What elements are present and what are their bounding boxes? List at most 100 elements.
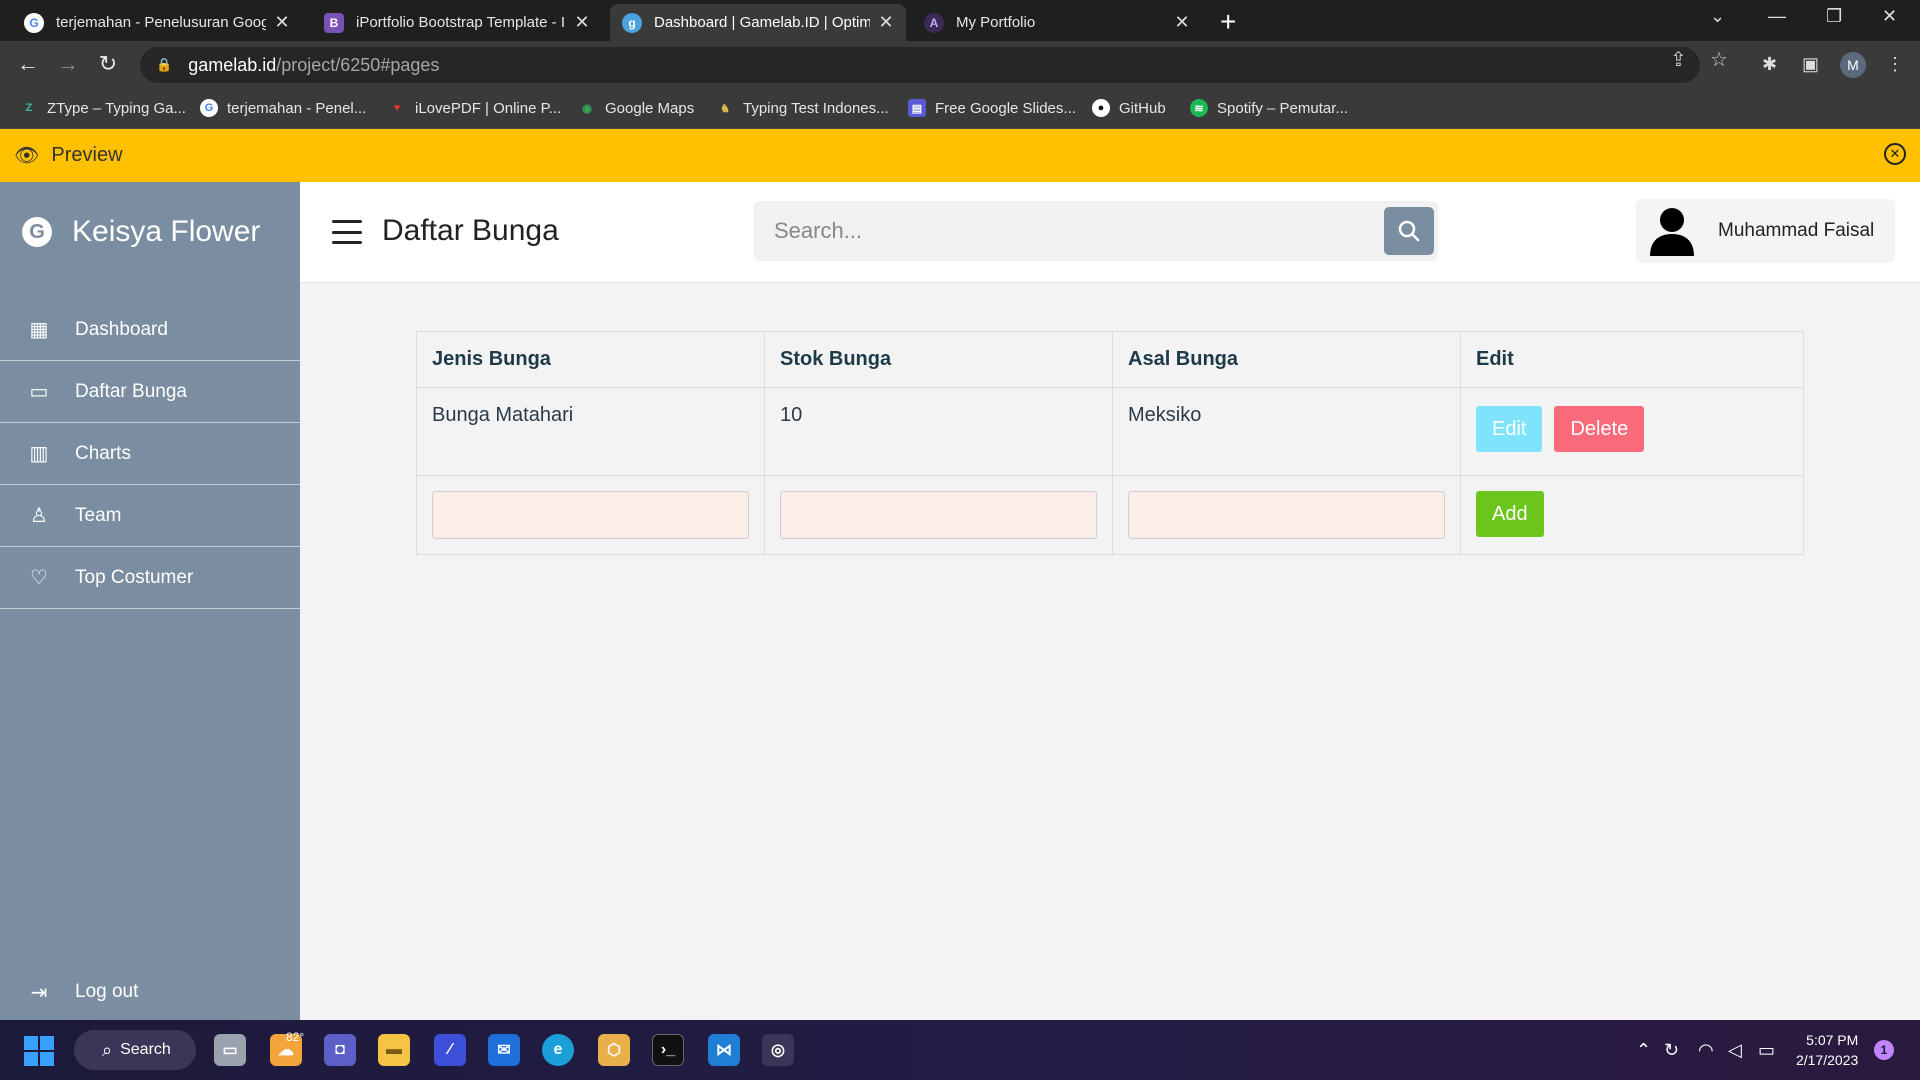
user-profile[interactable]: Muhammad Faisal <box>1636 199 1895 263</box>
brand-logo-icon: G <box>22 217 52 247</box>
browser-tab-4[interactable]: A My Portfolio ✕ <box>912 4 1202 41</box>
logout-link[interactable]: ⇥ Log out <box>0 964 300 1020</box>
bookmark-github[interactable]: ● GitHub <box>1092 99 1166 117</box>
sync-icon[interactable]: ↻ <box>1664 1040 1679 1061</box>
cell-stok: 10 <box>764 387 1113 476</box>
cell-input-action: Add <box>1460 475 1804 555</box>
hamburger-menu-icon[interactable] <box>332 220 362 244</box>
browser-tab-3-active[interactable]: g Dashboard | Gamelab.ID | Optimi ✕ <box>610 4 906 41</box>
bookmark-terjemahan[interactable]: Gterjemahan - Penel... <box>200 99 366 117</box>
tab-title: My Portfolio <box>956 14 1036 31</box>
bootstrap-icon: B <box>324 12 344 33</box>
search-box <box>754 201 1438 261</box>
asal-bunga-input[interactable] <box>1128 491 1445 539</box>
sidebar-item-top-costumer[interactable]: ♡ Top Costumer <box>0 547 300 609</box>
table-input-row: Add <box>416 475 1804 555</box>
profile-avatar[interactable]: M <box>1840 52 1866 78</box>
new-tab-plus-icon[interactable]: + <box>1220 6 1236 38</box>
close-tab-icon[interactable]: ✕ <box>1174 12 1190 33</box>
clock-time: 5:07 PM <box>1806 1032 1859 1048</box>
bookmark-label: Typing Test Indones... <box>743 99 889 117</box>
chrome-icon[interactable]: ◎ <box>762 1034 794 1066</box>
google-icon: G <box>24 12 44 33</box>
bookmark-ilovepdf[interactable]: ♥ iLovePDF | Online P... <box>388 99 561 117</box>
table-row: Bunga Matahari 10 Meksiko Edit Delete <box>416 387 1804 476</box>
edge-icon[interactable]: e <box>542 1034 574 1066</box>
vscode-icon[interactable]: ⋈ <box>708 1034 740 1066</box>
cell-asal: Meksiko <box>1112 387 1461 476</box>
bookmark-star-icon[interactable]: ☆ <box>1710 47 1728 72</box>
delete-button[interactable]: Delete <box>1554 406 1645 452</box>
stok-bunga-input[interactable] <box>780 491 1097 539</box>
url-path: /project/6250#pages <box>276 54 440 75</box>
bookmark-label: Google Maps <box>605 99 695 117</box>
notes-app-icon[interactable]: ⁄ <box>434 1034 466 1066</box>
tab-title: terjemahan - Penelusuran Google <box>56 14 266 31</box>
cell-input-stok <box>764 475 1113 555</box>
windows-start-icon[interactable] <box>24 1036 54 1066</box>
jenis-bunga-input[interactable] <box>432 491 749 539</box>
sidebar-item-label: Dashboard <box>75 318 168 340</box>
bookmark-free-slides[interactable]: ▤ Free Google Slides... <box>908 99 1076 117</box>
flower-table: Jenis Bunga Stok Bunga Asal Bunga Edit B… <box>416 331 1804 555</box>
sidebar-item-team[interactable]: ♙ Team <box>0 485 300 547</box>
bookmark-label: iLovePDF | Online P... <box>415 99 562 117</box>
tab-search-chevron-icon[interactable]: ⌄ <box>1710 6 1725 27</box>
share-icon[interactable]: ⇪ <box>1670 47 1687 72</box>
address-bar[interactable]: 🔒 gamelab.id/project/6250#pages <box>140 47 1700 83</box>
bookmark-google-maps[interactable]: ◉ Google Maps <box>578 99 694 117</box>
file-explorer-icon[interactable]: ▬ <box>378 1034 410 1066</box>
column-header-jenis: Jenis Bunga <box>416 331 765 388</box>
close-window-icon[interactable]: ✕ <box>1882 6 1897 27</box>
minimize-icon[interactable]: — <box>1768 6 1786 27</box>
column-header-edit: Edit <box>1460 331 1804 388</box>
archive-icon: ▭ <box>29 381 49 403</box>
taskbar-clock[interactable]: 5:07 PM 2/17/2023 <box>1796 1030 1858 1070</box>
heart-icon: ♡ <box>30 567 48 589</box>
search-icon <box>1398 220 1420 242</box>
extensions-puzzle-icon[interactable]: ✱ <box>1762 54 1777 75</box>
sidebar-item-charts[interactable]: ▥ Charts <box>0 423 300 485</box>
menu-kebab-icon[interactable]: ⋮ <box>1886 54 1904 75</box>
close-tab-icon[interactable]: ✕ <box>574 12 590 33</box>
bookmark-label: GitHub <box>1119 99 1166 117</box>
edit-button[interactable]: Edit <box>1476 406 1543 452</box>
sidebar-item-daftar-bunga[interactable]: ▭ Daftar Bunga <box>0 361 300 423</box>
search-input[interactable] <box>754 201 1374 261</box>
cell-input-asal <box>1112 475 1461 555</box>
close-tab-icon[interactable]: ✕ <box>274 12 290 33</box>
close-tab-icon[interactable]: ✕ <box>878 12 894 33</box>
teams-chat-icon[interactable]: ◘ <box>324 1034 356 1066</box>
browser-tab-2[interactable]: B iPortfolio Bootstrap Template - Ind ✕ <box>312 4 602 41</box>
wifi-icon[interactable]: ◠ <box>1698 1040 1714 1061</box>
forward-arrow-icon[interactable]: → <box>54 51 82 77</box>
app-cube-icon[interactable]: ⬡ <box>598 1034 630 1066</box>
browser-tab-1[interactable]: G terjemahan - Penelusuran Google ✕ <box>12 4 302 41</box>
reload-icon[interactable]: ↻ <box>94 51 122 77</box>
bookmark-ztype[interactable]: Z ZType – Typing Ga... <box>20 99 186 117</box>
mail-icon[interactable]: ✉ <box>488 1034 520 1066</box>
lock-icon: 🔒 <box>156 57 173 72</box>
battery-icon[interactable]: ▭ <box>1758 1040 1775 1061</box>
back-arrow-icon[interactable]: ← <box>14 51 42 77</box>
add-button[interactable]: Add <box>1476 491 1544 537</box>
typing-test-icon: ♞ <box>720 102 730 115</box>
restore-icon[interactable]: ❐ <box>1826 6 1842 27</box>
taskbar-search-button[interactable]: ⌕ Search <box>74 1030 196 1070</box>
sidebar-item-label: Charts <box>75 442 131 464</box>
sidebar-item-dashboard[interactable]: ▦ Dashboard <box>0 299 300 361</box>
volume-icon[interactable]: ◁ <box>1728 1040 1742 1061</box>
terminal-icon[interactable]: ›_ <box>652 1034 684 1066</box>
notification-badge[interactable]: 1 <box>1874 1040 1894 1060</box>
task-view-icon[interactable]: ▭ <box>214 1034 246 1066</box>
bookmark-label: terjemahan - Penel... <box>227 99 367 117</box>
bookmark-typing-test[interactable]: ♞ Typing Test Indones... <box>716 99 889 117</box>
close-preview-icon[interactable]: ✕ <box>1884 143 1906 165</box>
column-header-asal: Asal Bunga <box>1112 331 1461 388</box>
brand[interactable]: G Keisya Flower <box>0 182 300 282</box>
bookmark-spotify[interactable]: ≋ Spotify – Pemutar... <box>1190 99 1348 117</box>
side-panel-icon[interactable]: ▣ <box>1802 54 1819 75</box>
search-button[interactable] <box>1384 207 1434 255</box>
person-icon: ♙ <box>30 505 48 527</box>
tray-chevron-icon[interactable]: ⌃ <box>1636 1040 1651 1061</box>
